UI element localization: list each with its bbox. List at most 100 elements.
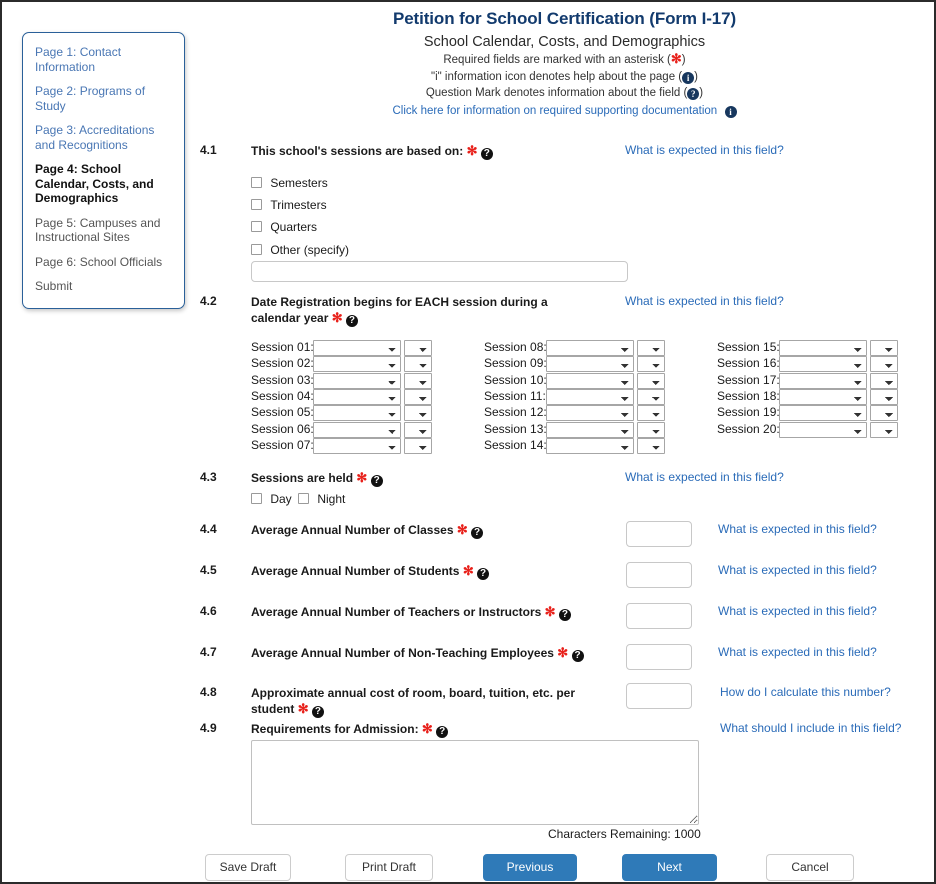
section-label-4-1: This school's sessions are based on: ✻ ? [251, 143, 493, 160]
session-month-select[interactable] [313, 437, 401, 454]
session-month-select[interactable] [779, 405, 867, 422]
info-icon-note: "i" information icon denotes help about … [197, 69, 932, 86]
hint-link-4-9[interactable]: What should I include in this field? [720, 721, 901, 735]
section-label-4-7: Average Annual Number of Non-Teaching Em… [251, 645, 584, 662]
asterisk-icon: ✻ [466, 143, 478, 158]
checkbox-label-trimesters[interactable]: Trimesters [270, 198, 326, 212]
session-row: Session 06: [251, 421, 432, 438]
checkbox-label-quarters[interactable]: Quarters [270, 220, 317, 234]
session-day-select[interactable] [870, 340, 898, 356]
other-specify-input[interactable] [251, 261, 628, 282]
checkbox-label-other[interactable]: Other (specify) [270, 243, 349, 257]
session-day-select[interactable] [870, 356, 898, 373]
checkbox-trimesters[interactable] [251, 199, 262, 210]
sidebar-item-submit[interactable]: Submit [35, 279, 174, 294]
session-day-select[interactable] [870, 421, 898, 438]
session-day-select[interactable] [637, 340, 665, 356]
checkbox-row-quarters[interactable]: Quarters [251, 220, 317, 234]
supporting-documentation-link[interactable]: Click here for information on required s… [392, 105, 717, 117]
session-month-select[interactable] [313, 340, 401, 356]
session-day-select[interactable] [404, 421, 432, 438]
label-text: Requirements for Admission: [251, 722, 419, 736]
session-month-select[interactable] [546, 421, 634, 438]
session-day-select[interactable] [637, 388, 665, 405]
save-draft-button[interactable]: Save Draft [205, 854, 291, 881]
session-month-select[interactable] [313, 388, 401, 405]
session-day-select[interactable] [404, 356, 432, 373]
checkbox-day[interactable] [251, 493, 262, 504]
average-classes-input[interactable] [626, 521, 692, 547]
checkbox-quarters[interactable] [251, 221, 262, 232]
session-day-select[interactable] [404, 388, 432, 405]
session-label: Session 17: [717, 372, 780, 387]
checkbox-row-other[interactable]: Other (specify) [251, 243, 349, 257]
checkbox-label-day[interactable]: Day [270, 492, 291, 506]
session-month-select[interactable] [313, 372, 401, 389]
average-students-input[interactable] [626, 562, 692, 588]
checkbox-row-night[interactable]: Night [298, 492, 345, 506]
checkbox-night[interactable] [298, 493, 309, 504]
session-month-select[interactable] [546, 437, 634, 454]
session-day-select[interactable] [404, 437, 432, 454]
sidebar-item-page-6[interactable]: Page 6: School Officials [35, 255, 174, 270]
session-label: Session 06: [251, 421, 314, 436]
question-icon-note: Question Mark denotes information about … [197, 85, 932, 102]
session-month-select[interactable] [313, 421, 401, 438]
session-day-select[interactable] [404, 372, 432, 389]
session-month-select[interactable] [313, 356, 401, 373]
checkbox-label-semesters[interactable]: Semesters [270, 176, 327, 190]
asterisk-icon: ✻ [456, 522, 468, 537]
session-month-select[interactable] [546, 356, 634, 373]
session-day-select[interactable] [870, 405, 898, 422]
sidebar-item-page-3[interactable]: Page 3: Accreditations and Recognitions [35, 123, 174, 152]
hint-link-4-1[interactable]: What is expected in this field? [625, 143, 784, 157]
checkbox-semesters[interactable] [251, 177, 262, 188]
session-day-select[interactable] [637, 437, 665, 454]
sidebar-item-page-2[interactable]: Page 2: Programs of Study [35, 84, 174, 113]
session-day-select[interactable] [870, 372, 898, 389]
hint-link-4-2[interactable]: What is expected in this field? [625, 294, 784, 308]
requirements-for-admission-textarea[interactable] [251, 740, 699, 825]
session-month-select[interactable] [779, 372, 867, 389]
session-month-select[interactable] [546, 388, 634, 405]
checkbox-row-semesters[interactable]: Semesters [251, 176, 328, 190]
checkbox-row-day[interactable]: Day [251, 492, 292, 506]
sidebar-item-page-1[interactable]: Page 1: Contact Information [35, 45, 174, 74]
hint-link-4-5[interactable]: What is expected in this field? [718, 563, 877, 577]
question-note-text-pre: Question Mark denotes information about … [425, 87, 688, 99]
section-number-4-4: 4.4 [200, 522, 217, 536]
next-button[interactable]: Next [622, 854, 717, 881]
sidebar-item-page-5[interactable]: Page 5: Campuses and Instructional Sites [35, 216, 174, 245]
hint-link-4-3[interactable]: What is expected in this field? [625, 470, 784, 484]
hint-link-4-8[interactable]: How do I calculate this number? [720, 685, 891, 699]
average-teachers-input[interactable] [626, 603, 692, 629]
session-day-select[interactable] [404, 340, 432, 356]
checkbox-label-night[interactable]: Night [317, 492, 345, 506]
previous-button[interactable]: Previous [483, 854, 577, 881]
session-day-select[interactable] [637, 356, 665, 373]
session-month-select[interactable] [546, 372, 634, 389]
session-month-select[interactable] [779, 421, 867, 438]
session-month-select[interactable] [313, 405, 401, 422]
session-day-select[interactable] [870, 388, 898, 405]
hint-link-4-7[interactable]: What is expected in this field? [718, 645, 877, 659]
annual-cost-input[interactable] [626, 683, 692, 709]
hint-link-4-6[interactable]: What is expected in this field? [718, 604, 877, 618]
session-month-select[interactable] [546, 340, 634, 356]
cancel-button[interactable]: Cancel [766, 854, 854, 881]
session-day-select[interactable] [637, 421, 665, 438]
hint-link-4-4[interactable]: What is expected in this field? [718, 522, 877, 536]
session-day-select[interactable] [637, 405, 665, 422]
session-month-select[interactable] [779, 388, 867, 405]
average-nonteaching-input[interactable] [626, 644, 692, 670]
session-day-select[interactable] [637, 372, 665, 389]
sidebar-item-page-4[interactable]: Page 4: School Calendar, Costs, and Demo… [35, 162, 174, 206]
print-draft-button[interactable]: Print Draft [345, 854, 433, 881]
checkbox-row-trimesters[interactable]: Trimesters [251, 198, 327, 212]
session-month-select[interactable] [779, 356, 867, 373]
session-day-select[interactable] [404, 405, 432, 422]
checkbox-other[interactable] [251, 244, 262, 255]
session-label: Session 12: [484, 405, 547, 420]
session-month-select[interactable] [779, 340, 867, 356]
session-month-select[interactable] [546, 405, 634, 422]
